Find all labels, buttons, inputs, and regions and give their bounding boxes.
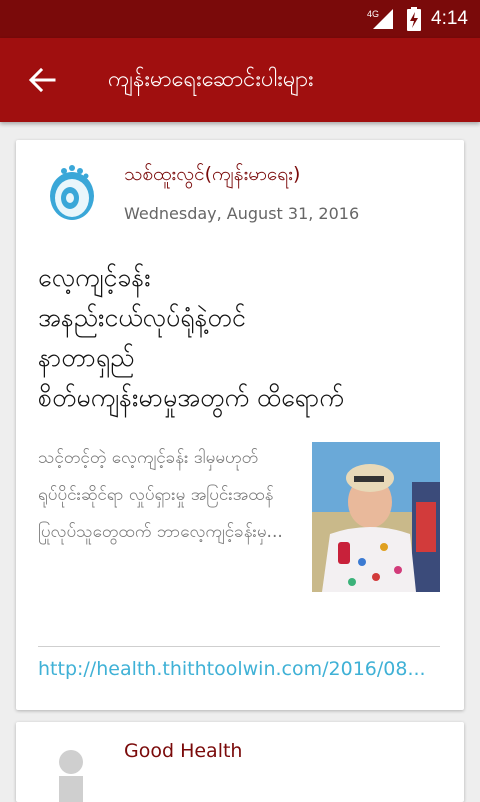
article-date: Wednesday, August 31, 2016 [124, 204, 360, 223]
divider [38, 646, 440, 647]
clock: 4:14 [431, 8, 468, 29]
article-card[interactable]: သစ်ထူးလွင်(ကျန်းမာရေး) Wednesday, August… [16, 140, 464, 710]
status-icons: 4G 4:14 [367, 7, 468, 31]
headline-line: နာတာရှည် [38, 343, 135, 372]
article-thumbnail[interactable] [312, 442, 440, 592]
app-bar: ကျန်းမာရေးဆောင်းပါးများ [0, 38, 480, 122]
source-logo-icon [50, 165, 94, 220]
article-headline[interactable]: လေ့ကျင့်ခန်းအနည်းငယ်လုပ်ရုံနဲ့တင်နာတာရှည… [38, 258, 448, 418]
headline-line: စိတ်မကျန်းမာမှုအတွက် ထိရောက် [38, 383, 344, 412]
article-source: Good Health [124, 740, 243, 762]
article-link[interactable]: http://health.thithtoolwin.com/2016/08..… [38, 658, 440, 680]
battery-charging-icon [407, 7, 422, 31]
article-card[interactable]: Good Health [16, 722, 464, 802]
headline-line: လေ့ကျင့်ခန်း [38, 263, 151, 292]
headline-line: အနည်းငယ်လုပ်ရုံနဲ့တင် [38, 303, 246, 332]
back-arrow-icon[interactable] [28, 66, 56, 94]
signal-4g-icon: 4G [367, 9, 394, 29]
avatar-placeholder-icon [59, 750, 83, 802]
status-bar: 4G 4:14 [0, 0, 480, 38]
article-source: သစ်ထူးလွင်(ကျန်းမာရေး) [124, 163, 301, 185]
page-title: ကျန်းမာရေးဆောင်းပါးများ [108, 67, 314, 92]
article-summary: သင့်တင့်တဲ့ လေ့ကျင့်ခန်း ဒါမှမဟုတ် ရုပ်ပ… [38, 448, 283, 542]
svg-text:4G: 4G [367, 9, 379, 19]
